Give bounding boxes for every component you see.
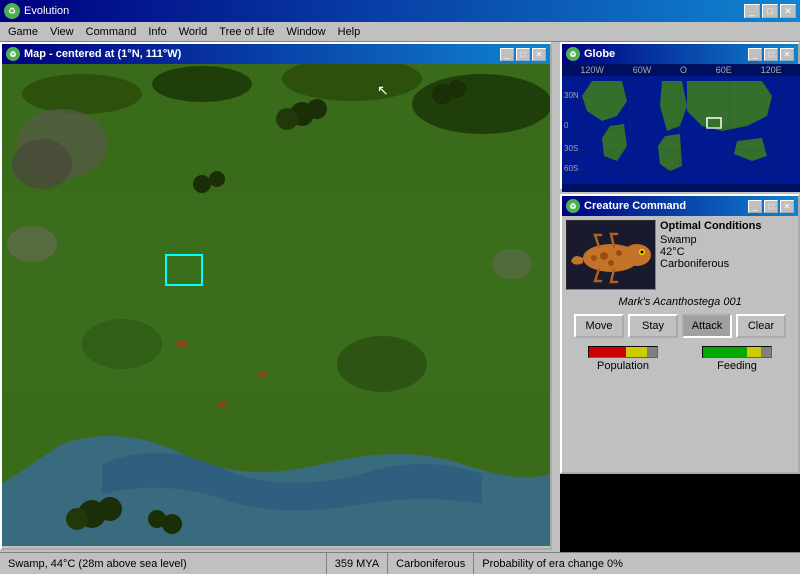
menu-game[interactable]: Game <box>2 24 44 40</box>
move-button[interactable]: Move <box>574 314 624 338</box>
app-title-bar: ♻ Evolution _ □ ✕ <box>0 0 800 22</box>
globe-map-svg: 30N 0 30S 60S <box>562 76 800 184</box>
menu-tree-of-life[interactable]: Tree of Life <box>213 24 280 40</box>
svg-text:0: 0 <box>564 121 569 130</box>
svg-text:30N: 30N <box>564 91 579 100</box>
creature-window-title: Creature Command <box>584 200 686 212</box>
title-bar-controls: _ □ ✕ <box>744 4 796 18</box>
menu-command[interactable]: Command <box>80 24 143 40</box>
population-bar-yellow <box>626 347 646 357</box>
map-window-title: Map - centered at (1°N, 111°W) <box>24 48 181 60</box>
app-icon: ♻ <box>4 3 20 19</box>
creature-window-icon: ♻ <box>566 199 580 213</box>
population-bar-red <box>589 347 626 357</box>
globe-window-icon: ♻ <box>566 47 580 61</box>
globe-title-bar: ♻ Globe _ □ ✕ <box>562 44 798 64</box>
app-title: Evolution <box>24 5 69 17</box>
status-probability: Probability of era change 0% <box>474 553 800 574</box>
map-canvas[interactable]: ↖ <box>2 64 550 546</box>
feeding-bar-group: Feeding <box>702 346 772 372</box>
creature-image <box>566 220 656 290</box>
globe-window-title: Globe <box>584 48 615 60</box>
map-title-bar: ♻ Map - centered at (1°N, 111°W) _ □ ✕ <box>2 44 550 64</box>
main-area: ♻ Map - centered at (1°N, 111°W) _ □ ✕ <box>0 42 800 552</box>
globe-lon-60e: 60E <box>716 65 732 75</box>
feeding-bar <box>702 346 772 358</box>
stay-button[interactable]: Stay <box>628 314 678 338</box>
creature-svg <box>569 223 654 288</box>
creature-close-button[interactable]: ✕ <box>780 200 794 213</box>
status-bars: Population Feeding <box>566 346 794 372</box>
map-maximize-button[interactable]: □ <box>516 48 530 61</box>
status-terrain: Swamp, 44°C (28m above sea level) <box>0 553 327 574</box>
menu-help[interactable]: Help <box>332 24 367 40</box>
svg-text:60S: 60S <box>564 164 578 173</box>
minimize-button[interactable]: _ <box>744 4 760 18</box>
optimal-conditions-title: Optimal Conditions <box>660 220 794 232</box>
maximize-button[interactable]: □ <box>762 4 778 18</box>
globe-lon-120w: 120W <box>580 65 604 75</box>
globe-lon-60w: 60W <box>633 65 652 75</box>
map-terrain <box>2 64 550 546</box>
creature-name: Mark's Acanthostega 001 <box>566 296 794 308</box>
creature-maximize-button[interactable]: □ <box>764 200 778 213</box>
map-minimize-button[interactable]: _ <box>500 48 514 61</box>
feeding-label: Feeding <box>717 360 757 372</box>
globe-minimize-button[interactable]: _ <box>748 48 762 61</box>
globe-content: 120W 60W O 60E 120E 30N 0 30S 60S <box>562 64 800 192</box>
menu-info[interactable]: Info <box>142 24 172 40</box>
menu-window[interactable]: Window <box>281 24 332 40</box>
feeding-bar-yellow <box>747 347 761 357</box>
condition-era: Carboniferous <box>660 258 794 270</box>
globe-lon-0: O <box>680 65 687 75</box>
globe-window: ♻ Globe _ □ ✕ 120W 60W O 60E 120E <box>560 42 800 190</box>
status-bar: Swamp, 44°C (28m above sea level) 359 MY… <box>0 552 800 574</box>
close-button[interactable]: ✕ <box>780 4 796 18</box>
population-label: Population <box>597 360 649 372</box>
attack-button[interactable]: Attack <box>682 314 732 338</box>
menu-bar: Game View Command Info World Tree of Lif… <box>0 22 800 42</box>
clear-button[interactable]: Clear <box>736 314 786 338</box>
menu-view[interactable]: View <box>44 24 80 40</box>
condition-temperature: 42°C <box>660 246 794 258</box>
map-window: ♻ Map - centered at (1°N, 111°W) _ □ ✕ <box>0 42 552 550</box>
creature-content: Optimal Conditions Swamp 42°C Carbonifer… <box>562 216 798 380</box>
creature-minimize-button[interactable]: _ <box>748 200 762 213</box>
creature-title-bar: ♻ Creature Command _ □ ✕ <box>562 196 798 216</box>
globe-close-button[interactable]: ✕ <box>780 48 794 61</box>
command-buttons: Move Stay Attack Clear <box>566 314 794 338</box>
population-bar-group: Population <box>588 346 658 372</box>
globe-lon-120e: 120E <box>761 65 782 75</box>
condition-biome: Swamp <box>660 234 794 246</box>
menu-world[interactable]: World <box>173 24 214 40</box>
status-era: Carboniferous <box>388 553 474 574</box>
creature-command-window: ♻ Creature Command _ □ ✕ <box>560 194 800 474</box>
map-window-icon: ♻ <box>6 47 20 61</box>
globe-maximize-button[interactable]: □ <box>764 48 778 61</box>
map-close-button[interactable]: ✕ <box>532 48 546 61</box>
feeding-bar-green <box>703 347 747 357</box>
creature-stats: Optimal Conditions Swamp 42°C Carbonifer… <box>660 220 794 290</box>
status-mya: 359 MYA <box>327 553 388 574</box>
svg-text:30S: 30S <box>564 144 578 153</box>
population-bar <box>588 346 658 358</box>
map-selection-box <box>165 254 203 286</box>
